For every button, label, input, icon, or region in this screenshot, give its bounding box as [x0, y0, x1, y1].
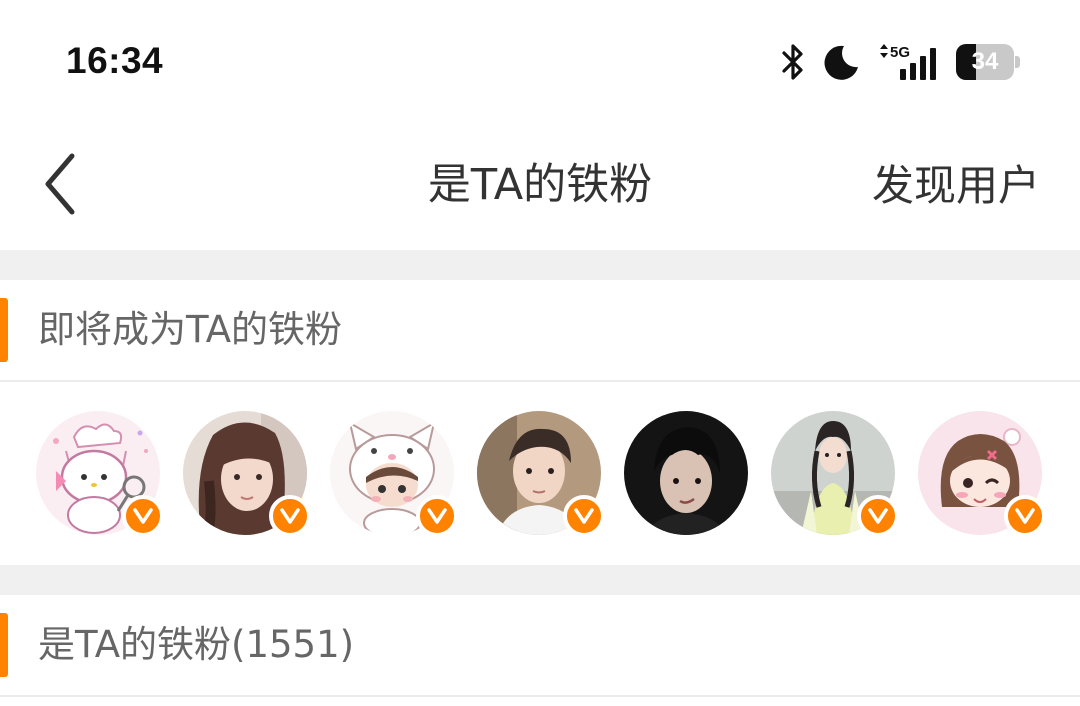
avatar-6[interactable]	[771, 411, 899, 537]
discover-users-button[interactable]: 发现用户	[872, 156, 1040, 216]
status-bar: 16:34 5G 34	[0, 0, 1080, 120]
nav-bar: 是TA的铁粉 发现用户	[0, 120, 1080, 250]
section-accent-bar	[0, 613, 8, 677]
verified-badge-icon	[416, 495, 458, 537]
avatar-2[interactable]	[183, 411, 311, 537]
avatar-5-image	[624, 411, 748, 535]
verified-badge-icon	[857, 495, 899, 537]
do-not-disturb-moon-icon	[822, 43, 860, 81]
avatar-3[interactable]	[330, 411, 458, 537]
section-header-fans: 是TA的铁粉(1551)	[0, 595, 1080, 695]
chevron-left-icon	[40, 152, 80, 220]
avatar-4[interactable]	[477, 411, 605, 537]
back-button[interactable]	[28, 148, 92, 224]
section-gap	[0, 250, 1080, 280]
verified-badge-icon	[122, 495, 164, 537]
status-time: 16:34	[66, 40, 164, 81]
avatar-row	[0, 383, 1080, 565]
page: 16:34 5G 34 是TA的铁粉 发现用户 即将成为TA的铁粉 是TA的铁粉…	[0, 0, 1080, 706]
section-header-upcoming: 即将成为TA的铁粉	[0, 280, 1080, 380]
divider	[0, 380, 1080, 382]
battery-level: 34	[971, 48, 999, 75]
avatar-5[interactable]	[624, 411, 748, 535]
divider	[0, 695, 1080, 697]
avatar-1[interactable]	[36, 411, 164, 537]
avatar-7[interactable]	[918, 411, 1046, 537]
battery-cap	[1015, 56, 1020, 68]
section-accent-bar	[0, 298, 8, 362]
section-title-fans: 是TA的铁粉(1551)	[38, 623, 355, 666]
status-icons: 5G 34	[780, 40, 1020, 84]
bluetooth-icon	[780, 42, 806, 82]
verified-badge-icon	[269, 495, 311, 537]
verified-badge-icon	[563, 495, 605, 537]
section-gap	[0, 565, 1080, 595]
verified-badge-icon	[1004, 495, 1046, 537]
5g-signal-icon: 5G	[876, 42, 940, 82]
section-title-upcoming: 即将成为TA的铁粉	[38, 308, 343, 351]
network-label: 5G	[890, 44, 910, 61]
battery-icon: 34	[956, 44, 1020, 80]
